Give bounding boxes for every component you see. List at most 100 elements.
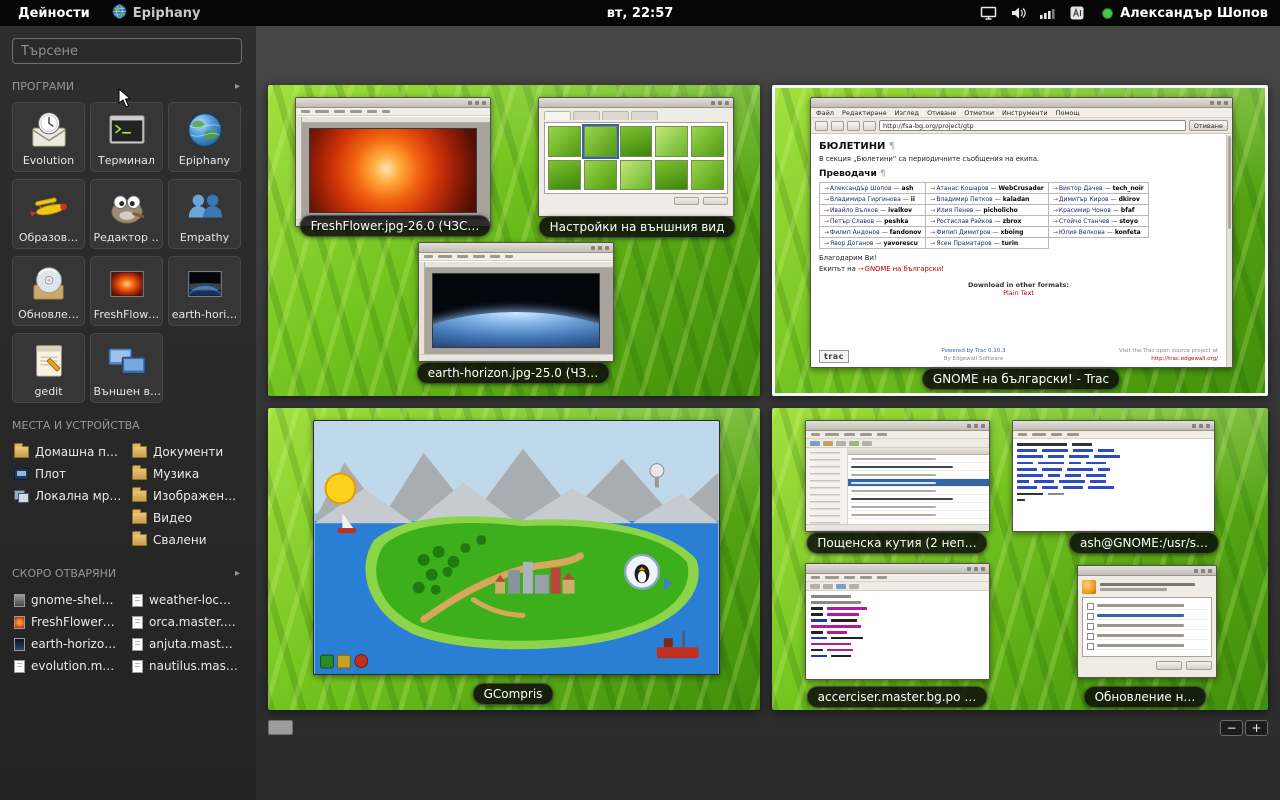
translator-name[interactable]: Владимира Гиргинова xyxy=(830,196,901,203)
gimp-canvas-area xyxy=(419,262,613,354)
reload-button[interactable] xyxy=(847,121,860,131)
window-evolution-mail[interactable] xyxy=(805,420,990,532)
app-item-displays[interactable]: Външен в… xyxy=(90,333,163,403)
app-item-gcompris[interactable]: Образов… xyxy=(12,179,85,249)
forward-button[interactable] xyxy=(831,121,844,131)
translator-name[interactable]: Димитър Киров xyxy=(1059,196,1109,203)
clock[interactable]: вт, 22:57 xyxy=(607,6,674,21)
menu-item[interactable]: Отметки xyxy=(964,109,994,117)
remove-workspace-button[interactable]: − xyxy=(1220,720,1243,736)
menu-item[interactable]: Инструменти xyxy=(1002,109,1048,117)
activities-button[interactable]: Дейности xyxy=(8,6,100,21)
app-item-freshflower-image[interactable]: FreshFlow… xyxy=(90,256,163,326)
user-menu[interactable]: Александър Шопов xyxy=(1098,6,1272,21)
anchor-pilcrow[interactable]: ¶ xyxy=(889,141,895,152)
app-item-evolution[interactable]: Evolution xyxy=(12,102,85,172)
app-item-terminal[interactable]: Терминал xyxy=(90,102,163,172)
back-button[interactable] xyxy=(815,121,828,131)
app-item-epiphany[interactable]: Epiphany xyxy=(168,102,241,172)
recent-item[interactable]: FreshFlower… xyxy=(12,611,128,633)
app-item-gedit[interactable]: gedit xyxy=(12,333,85,403)
translator-name[interactable]: Ясен Праматаров xyxy=(936,240,991,247)
translator-name[interactable]: Илия Пенев xyxy=(936,207,973,214)
recent-item[interactable]: evolution.m… xyxy=(12,655,128,677)
translator-name[interactable]: Виктор Дачев xyxy=(1059,185,1103,192)
place-item-home[interactable]: Домашна п… xyxy=(12,441,128,463)
window-epiphany-trac[interactable]: Файл Редактиране Изглед Отиване Отметки … xyxy=(810,97,1233,368)
trac-logo[interactable]: trac xyxy=(819,350,849,363)
menu-item[interactable]: Помощ xyxy=(1056,109,1080,117)
update-cancel-button[interactable] xyxy=(1156,661,1182,670)
app-item-earth-image[interactable]: earth-hori… xyxy=(168,256,241,326)
window-gimp-earth[interactable] xyxy=(418,242,614,362)
go-button[interactable]: Отиване xyxy=(1189,120,1228,131)
menubar xyxy=(296,108,490,116)
app-label: gedit xyxy=(34,385,62,398)
team-link[interactable]: GNOME на български! xyxy=(865,265,944,273)
translator-name[interactable]: Филип Димитров xyxy=(936,229,990,236)
workspace-2-active[interactable]: Файл Редактиране Изглед Отиване Отметки … xyxy=(772,85,1268,396)
window-appearance-settings[interactable] xyxy=(538,97,734,217)
translator-name[interactable]: Атанас Кошаров xyxy=(936,185,988,192)
add-workspace-button[interactable]: + xyxy=(1245,720,1268,736)
powered-by-link[interactable]: Powered by Trac 0.10.3 xyxy=(941,347,1005,355)
network-signal-icon[interactable] xyxy=(1039,5,1056,21)
menu-item[interactable]: Файл xyxy=(816,109,834,117)
translator-name[interactable]: Петър Славов xyxy=(830,218,874,225)
translator-name[interactable]: Александър Шопов xyxy=(830,185,891,192)
menu-item[interactable]: Редактиране xyxy=(842,109,887,117)
translator-name[interactable]: Ивайло Вълков xyxy=(830,207,878,214)
menu-item[interactable]: Изглед xyxy=(895,109,919,117)
search-input[interactable] xyxy=(12,38,242,64)
anchor-pilcrow[interactable]: ¶ xyxy=(880,169,886,179)
programs-expand-icon[interactable]: ▸ xyxy=(235,81,240,92)
address-bar[interactable]: http://fsa-bg.org/project/gtp xyxy=(879,120,1186,131)
app-item-empathy[interactable]: Empathy xyxy=(168,179,241,249)
app-menu[interactable]: Epiphany xyxy=(112,4,201,23)
translator-name[interactable]: Филип Андонов xyxy=(830,229,880,236)
app-item-software-update[interactable]: Обновле… xyxy=(12,256,85,326)
volume-icon[interactable] xyxy=(1010,5,1026,21)
flower-image-file-icon xyxy=(14,616,25,629)
translator-name[interactable]: Владимир Петков xyxy=(936,196,992,203)
window-label: GCompris xyxy=(473,683,554,705)
scrollbar[interactable] xyxy=(1226,135,1232,367)
menu-item[interactable]: Отиване xyxy=(927,109,956,117)
workspace-3[interactable]: GCompris xyxy=(268,408,760,710)
translator-name[interactable]: Стойчо Станчев xyxy=(1059,218,1109,225)
window-gimp-freshflower[interactable] xyxy=(295,97,491,227)
translator-name[interactable]: Красимир Чонов xyxy=(1059,207,1111,214)
place-item-local-network[interactable]: Локална мр… xyxy=(12,485,128,507)
workspace-indicator[interactable] xyxy=(268,720,293,735)
home-button[interactable] xyxy=(863,121,876,131)
recent-item[interactable]: nautilus.mas… xyxy=(130,655,246,677)
place-item-pictures[interactable]: Изображен… xyxy=(130,485,246,507)
window-terminal[interactable] xyxy=(1012,420,1215,532)
gimp-canvas-area xyxy=(296,117,490,219)
place-item-documents[interactable]: Документи xyxy=(130,441,246,463)
recent-item[interactable]: gnome-shel… xyxy=(12,589,128,611)
translator-name[interactable]: Юлия Велкова xyxy=(1059,229,1105,236)
window-gcompris[interactable] xyxy=(313,420,720,675)
edgewall-link[interactable]: http://trac.edgewall.org/ xyxy=(1151,356,1218,362)
place-item-desktop[interactable]: Плот xyxy=(12,463,128,485)
app-item-gimp[interactable]: Редактор … xyxy=(90,179,163,249)
recent-item[interactable]: anjuta.mast… xyxy=(130,633,246,655)
place-item-videos[interactable]: Видео xyxy=(130,507,246,529)
recent-item[interactable]: orca.master.… xyxy=(130,611,246,633)
translator-name[interactable]: Явор Доганов xyxy=(830,240,873,247)
update-apply-button[interactable] xyxy=(1186,661,1212,670)
place-item-music[interactable]: Музика xyxy=(130,463,246,485)
recent-item[interactable]: earth-horizo… xyxy=(12,633,128,655)
workspace-4[interactable]: Пощенска кутия (2 неп… ash@GNOME:/usr/s…… xyxy=(772,408,1268,710)
display-icon[interactable] xyxy=(980,5,997,21)
workspace-1[interactable]: FreshFlower.jpg-26.0 (ЧЗС… Настройки на … xyxy=(268,85,760,396)
window-software-update[interactable] xyxy=(1077,565,1217,678)
place-item-downloads[interactable]: Свалени xyxy=(130,529,246,551)
plain-text-link[interactable]: Plain Text xyxy=(1003,289,1034,297)
window-gedit-po-file[interactable] xyxy=(805,563,990,680)
recent-item[interactable]: weather-loc… xyxy=(130,589,246,611)
recent-expand-icon[interactable]: ▸ xyxy=(235,568,240,579)
keyboard-indicator-icon[interactable] xyxy=(1069,5,1085,21)
translator-name[interactable]: Ростислав Райков xyxy=(936,218,992,225)
